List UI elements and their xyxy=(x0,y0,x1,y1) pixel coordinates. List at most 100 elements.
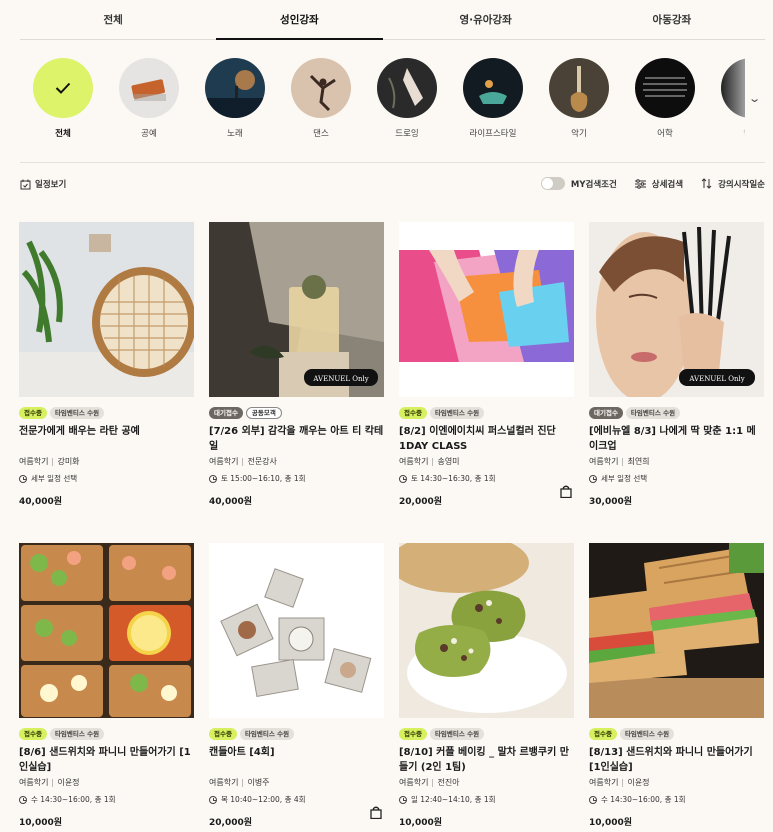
course-thumbnail[interactable] xyxy=(589,543,764,718)
course-card[interactable]: AVENUEL Only 대기접수 공동모객 [7/26 외부] 감각을 깨우는… xyxy=(209,222,384,507)
chevron-down-icon[interactable]: ⌄ xyxy=(748,92,761,105)
course-thumbnail[interactable]: AVENUEL Only xyxy=(209,222,384,397)
course-card[interactable]: 접수중 타임벤티스 수원 [8/10] 커플 베이킹 _ 말차 르뱅쿠키 만들기… xyxy=(399,543,574,828)
schedule-text: 세부 일정 선택 xyxy=(601,474,648,483)
course-thumbnail[interactable]: AVENUEL Only xyxy=(589,222,764,397)
drawing-image xyxy=(377,58,437,118)
category-dance[interactable]: 댄스 xyxy=(278,58,364,148)
category-all[interactable]: 전체 xyxy=(20,58,106,148)
category-lifestyle[interactable]: 라이프스타일 xyxy=(450,58,536,148)
course-thumbnail[interactable] xyxy=(19,222,194,397)
schedule-text: 수 14:30~16:00, 총 1회 xyxy=(31,795,116,804)
course-price: 40,000원 xyxy=(19,497,63,507)
course-title[interactable]: [8/10] 커플 베이킹 _ 말차 르뱅쿠키 만들기 (2인 1팀) xyxy=(399,745,574,775)
clock-icon xyxy=(19,474,27,483)
calendar-icon xyxy=(20,179,31,189)
status-badge: 접수중 xyxy=(399,728,427,740)
branch-badge: 타임벤티스 수원 xyxy=(619,728,675,740)
term-label: 여름학기 xyxy=(209,457,239,466)
course-title[interactable]: [8/2] 이엔에이치씨 퍼스널컬러 진단 1DAY CLASS xyxy=(399,424,574,454)
category-label: 어학 xyxy=(657,129,673,139)
branch-badge: 타임벤티스 수원 xyxy=(49,407,105,419)
separator xyxy=(242,778,244,787)
course-thumbnail[interactable] xyxy=(209,543,384,718)
separator xyxy=(622,778,624,787)
schedule-text: 세부 일정 선택 xyxy=(31,474,78,483)
language-image xyxy=(635,58,695,118)
category-tabs: 전체 성인강좌 영·유아강좌 아동강좌 xyxy=(20,0,765,40)
avenuel-logo: AVENUEL Only xyxy=(688,375,744,383)
singing-image xyxy=(205,58,265,118)
my-search-label: MY검색조건 xyxy=(570,179,617,190)
course-card[interactable]: 접수중 타임벤티스 수원 [8/6] 샌드위치와 파니니 만들어가기 [1인실습… xyxy=(19,543,194,828)
category-label: 드로잉 xyxy=(395,129,419,139)
check-icon xyxy=(33,58,93,118)
category-label: 인문 xyxy=(743,127,745,139)
detail-search-label: 상세검색 xyxy=(651,179,684,190)
schedule-text: 토 15:00~16:10, 총 1회 xyxy=(221,474,306,483)
sort-button[interactable]: 강의시작일순 xyxy=(701,178,765,190)
toggle-switch[interactable] xyxy=(540,177,565,190)
course-title[interactable]: [8/13] 샌드위치와 파니니 만들어가기 [1인실습] xyxy=(589,745,764,775)
tab-all[interactable]: 전체 xyxy=(20,0,206,39)
clock-icon xyxy=(19,795,27,804)
category-instrument[interactable]: 악기 xyxy=(536,58,622,148)
separator xyxy=(432,457,434,466)
status-badge: 접수중 xyxy=(19,407,47,419)
term-label: 여름학기 xyxy=(589,778,619,787)
status-badge: 접수중 xyxy=(399,407,427,419)
humanities-image xyxy=(721,58,745,118)
shopping-bag-icon[interactable] xyxy=(370,806,382,819)
term-label: 여름학기 xyxy=(19,457,49,466)
branch-badge: 타임벤티스 수원 xyxy=(429,728,485,740)
course-title[interactable]: 캔들아트 [4회] xyxy=(209,745,384,775)
separator xyxy=(242,457,244,466)
course-card[interactable]: 접수중 타임벤티스 수원 [8/2] 이엔에이치씨 퍼스널컬러 진단 1DAY … xyxy=(399,222,574,507)
course-thumbnail[interactable] xyxy=(399,222,574,397)
schedule-view-button[interactable]: 일정보기 xyxy=(20,178,66,190)
filter-sliders-icon xyxy=(634,178,646,189)
course-price: 30,000원 xyxy=(589,497,633,507)
category-craft[interactable]: 공예 xyxy=(106,58,192,148)
status-badge: 대기접수 xyxy=(589,407,623,419)
detail-search-button[interactable]: 상세검색 xyxy=(634,178,684,190)
branch-badge: 타임벤티스 수원 xyxy=(49,728,105,740)
course-price: 10,000원 xyxy=(19,818,63,828)
course-card[interactable]: AVENUEL Only 대기접수 타임벤티스 수원 [에비뉴엘 8/3] 나에… xyxy=(589,222,764,507)
schedule-text: 목 10:40~12:00, 총 4회 xyxy=(221,795,306,804)
course-title[interactable]: 전문가에게 배우는 라탄 공예 xyxy=(19,424,194,454)
schedule-text: 수 14:30~16:00, 총 1회 xyxy=(601,795,686,804)
separator xyxy=(622,457,624,466)
course-title[interactable]: [에비뉴엘 8/3] 나에게 딱 맞춘 1:1 메이크업 xyxy=(589,424,764,454)
course-title[interactable]: [7/26 외부] 감각을 깨우는 아트 티 칵테일 xyxy=(209,424,384,454)
course-card[interactable]: 접수중 타임벤티스 수원 전문가에게 배우는 라탄 공예 여름학기 강미화 세부 … xyxy=(19,222,194,507)
course-card[interactable]: 접수중 타임벤티스 수원 [8/13] 샌드위치와 파니니 만들어가기 [1인실… xyxy=(589,543,764,828)
category-humanities[interactable]: 인문 xyxy=(708,58,745,148)
course-title[interactable]: [8/6] 샌드위치와 파니니 만들어가기 [1인실습] xyxy=(19,745,194,775)
clock-icon xyxy=(399,795,407,804)
status-badge: 접수중 xyxy=(19,728,47,740)
tab-infant[interactable]: 영·유아강좌 xyxy=(393,0,579,39)
schedule-text: 일 12:40~14:10, 총 1회 xyxy=(411,795,496,804)
teacher-name: 이윤정 xyxy=(627,778,650,787)
category-singing[interactable]: 노래 xyxy=(192,58,278,148)
course-card[interactable]: 접수중 타임벤티스 수원 캔들아트 [4회] 여름학기 이병주 목 10:40~1… xyxy=(209,543,384,828)
category-language[interactable]: 어학 xyxy=(622,58,708,148)
status-badge: 대기접수 xyxy=(209,407,243,419)
sort-arrows-icon xyxy=(701,178,712,189)
category-label: 댄스 xyxy=(313,129,329,139)
tab-child[interactable]: 아동강좌 xyxy=(579,0,765,39)
course-thumbnail[interactable] xyxy=(19,543,194,718)
branch-badge: 타임벤티스 수원 xyxy=(625,407,681,419)
shopping-bag-icon[interactable] xyxy=(560,485,572,498)
course-thumbnail[interactable] xyxy=(399,543,574,718)
tab-adult[interactable]: 성인강좌 xyxy=(206,0,392,40)
filter-bar: 일정보기 MY검색조건 상세검색 강의시작일순 xyxy=(20,175,765,193)
my-search-toggle[interactable]: MY검색조건 xyxy=(540,177,617,190)
teacher-name: 강미화 xyxy=(57,457,80,466)
teacher-name: 이윤정 xyxy=(57,778,80,787)
clock-icon xyxy=(209,474,217,483)
term-label: 여름학기 xyxy=(589,457,619,466)
instrument-image xyxy=(549,58,609,118)
category-drawing[interactable]: 드로잉 xyxy=(364,58,450,148)
